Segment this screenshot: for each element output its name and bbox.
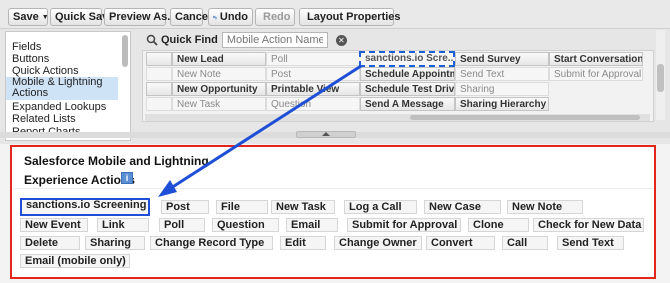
palette-item[interactable]: Send Text bbox=[455, 67, 549, 81]
palette-item bbox=[549, 82, 643, 96]
palette-item[interactable]: Post bbox=[266, 67, 360, 81]
section-divider bbox=[12, 188, 654, 189]
nav-item-fields[interactable]: Fields bbox=[12, 42, 41, 53]
action-sanctions-screening[interactable]: sanctions.io Screening bbox=[20, 198, 150, 216]
preview-as-button[interactable]: Preview As...▼ bbox=[104, 8, 186, 26]
cancel-label: Cancel bbox=[175, 11, 212, 23]
nav-item-buttons[interactable]: Buttons bbox=[12, 54, 49, 65]
action-item[interactable]: Send Text bbox=[557, 236, 624, 250]
save-button[interactable]: Save ▼ bbox=[8, 8, 49, 26]
collapse-arrow-icon[interactable] bbox=[322, 132, 330, 136]
palette-item[interactable] bbox=[146, 52, 172, 66]
palette-item[interactable]: Poll bbox=[266, 52, 360, 66]
action-item[interactable]: Call bbox=[502, 236, 548, 250]
layout-properties-button[interactable]: Layout Properties bbox=[299, 8, 401, 26]
palette-item[interactable]: Send A Message bbox=[360, 97, 455, 111]
palette-item[interactable]: New Opportunity bbox=[172, 82, 266, 96]
page-vertical-scrollbar[interactable] bbox=[656, 30, 665, 120]
quick-find-input[interactable] bbox=[221, 32, 328, 48]
action-item[interactable]: New Note bbox=[507, 200, 583, 214]
palette-item[interactable]: Schedule Appointment bbox=[360, 67, 455, 81]
action-item[interactable]: Link bbox=[97, 218, 149, 232]
palette-item[interactable]: Submit for Approval bbox=[549, 67, 643, 81]
palette-item bbox=[549, 97, 643, 111]
editor-toolbar: Save▼ Quick Save Preview As...▼ Cancel U… bbox=[0, 0, 670, 29]
action-item[interactable]: Question bbox=[212, 218, 279, 232]
palette-item[interactable]: Schedule Test Drive bbox=[360, 82, 455, 96]
palette-item[interactable]: Question bbox=[266, 97, 360, 111]
palette-item[interactable]: New Lead bbox=[172, 52, 266, 66]
search-icon bbox=[146, 34, 158, 46]
clear-search-icon[interactable]: ✕ bbox=[335, 34, 347, 46]
action-item[interactable]: Change Owner bbox=[334, 236, 422, 250]
palette-horizontal-scrollbar[interactable] bbox=[145, 114, 650, 121]
mobile-lightning-actions-section: Salesforce Mobile and Lightning Experien… bbox=[10, 145, 656, 279]
action-item[interactable]: Log a Call bbox=[344, 200, 417, 214]
palette-category-list: Fields Buttons Quick Actions Mobile & Li… bbox=[5, 31, 131, 141]
layout-properties-label: Layout Properties bbox=[307, 11, 401, 23]
palette-item[interactable]: Start Conversation bbox=[549, 52, 643, 66]
section-title-line2: Experience Actions bbox=[24, 173, 135, 187]
action-item[interactable]: Sharing bbox=[85, 236, 145, 250]
action-item[interactable]: Email bbox=[286, 218, 338, 232]
action-item[interactable]: Post bbox=[161, 200, 209, 214]
action-item[interactable]: File bbox=[216, 200, 268, 214]
palette-item[interactable]: New Task bbox=[172, 97, 266, 111]
action-item[interactable]: Clone bbox=[468, 218, 529, 232]
action-item[interactable]: New Task bbox=[271, 200, 335, 214]
redo-label: Redo bbox=[263, 11, 291, 23]
nav-scrollbar[interactable] bbox=[122, 35, 128, 67]
action-item[interactable]: New Event bbox=[20, 218, 88, 232]
action-item[interactable]: Change Record Type bbox=[150, 236, 273, 250]
undo-button[interactable]: Undo bbox=[208, 8, 253, 26]
quick-find-label: Quick Find bbox=[161, 34, 218, 46]
palette-item[interactable]: Sharing Hierarchy bbox=[455, 97, 549, 111]
palette-item-sanctions-screening[interactable]: sanctions.io Scre... bbox=[359, 51, 455, 67]
nav-item-expanded-lookups[interactable]: Expanded Lookups bbox=[12, 102, 106, 113]
palette-item[interactable] bbox=[146, 82, 172, 96]
action-item[interactable]: Delete bbox=[20, 236, 80, 250]
cancel-button[interactable]: Cancel bbox=[170, 8, 211, 26]
action-item[interactable]: New Case bbox=[424, 200, 501, 214]
info-icon[interactable]: i bbox=[121, 172, 133, 184]
preview-as-label: Preview As... bbox=[109, 11, 177, 23]
action-item[interactable]: Edit bbox=[280, 236, 326, 250]
action-item[interactable]: Email (mobile only) bbox=[20, 254, 130, 268]
quick-save-button[interactable]: Quick Save bbox=[50, 8, 114, 26]
quick-find: Quick Find ✕ bbox=[146, 31, 347, 49]
action-item[interactable]: Submit for Approval bbox=[347, 218, 461, 232]
palette-item[interactable]: Send Survey bbox=[455, 52, 549, 66]
palette-item[interactable]: New Note bbox=[172, 67, 266, 81]
palette-grid: New Lead Poll sanctions.io Scre... Send … bbox=[142, 50, 654, 122]
palette-item[interactable] bbox=[146, 97, 172, 111]
scroll-thumb[interactable] bbox=[657, 64, 664, 92]
palette-item[interactable]: Printable View bbox=[266, 82, 360, 96]
scroll-thumb[interactable] bbox=[410, 115, 640, 120]
undo-label: Undo bbox=[219, 11, 248, 23]
nav-item-related-lists[interactable]: Related Lists bbox=[12, 114, 76, 125]
palette-item[interactable] bbox=[146, 67, 172, 81]
section-title-line1: Salesforce Mobile and Lightning bbox=[24, 154, 209, 168]
palette-item[interactable]: Sharing bbox=[455, 82, 549, 96]
chevron-down-icon: ▼ bbox=[41, 13, 49, 21]
action-item[interactable]: Check for New Data bbox=[533, 218, 644, 232]
nav-item-mobile-lightning-actions[interactable]: Mobile & Lightning Actions bbox=[6, 77, 118, 100]
action-item[interactable]: Poll bbox=[159, 218, 205, 232]
action-item[interactable]: Convert bbox=[426, 236, 495, 250]
redo-button[interactable]: Redo bbox=[255, 8, 295, 26]
undo-icon bbox=[213, 15, 217, 20]
save-label: Save bbox=[13, 11, 39, 23]
